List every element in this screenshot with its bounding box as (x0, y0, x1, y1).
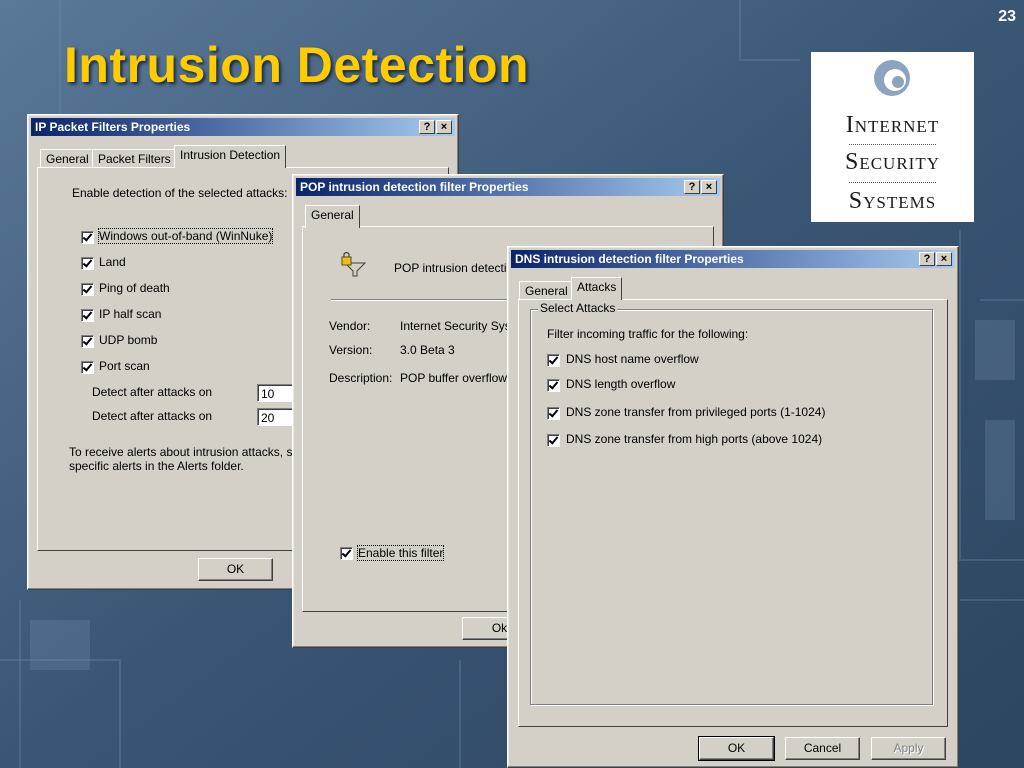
logo-divider (849, 182, 936, 183)
version-value: 3.0 Beta 3 (400, 343, 455, 357)
attack-label-ping-of-death: Ping of death (99, 281, 170, 295)
description-label: Description: (329, 371, 393, 385)
tab-attacks[interactable]: Attacks (571, 277, 623, 300)
iss-swirl-icon (874, 60, 910, 96)
alerts-text-line1: To receive alerts about intrusion attack… (69, 445, 303, 459)
iss-logo: Internet Security Systems (811, 52, 974, 222)
tab-intrusion-detection[interactable]: Intrusion Detection (174, 145, 287, 168)
dns-attack-label: DNS host name overflow (566, 352, 699, 366)
checkbox-winnuke[interactable] (81, 231, 94, 244)
tab-general[interactable]: General (40, 149, 95, 169)
alerts-text-line2: specific alerts in the Alerts folder. (69, 459, 244, 473)
dns-ok-button[interactable]: OK (698, 736, 775, 761)
select-attacks-group (530, 309, 933, 705)
dns-tab-panel: Select Attacks Filter incoming traffic f… (518, 299, 948, 727)
attack-label-land: Land (99, 255, 126, 269)
checkbox-land[interactable] (81, 257, 94, 270)
close-icon[interactable]: × (701, 180, 717, 194)
enable-filter-checkbox[interactable] (340, 547, 353, 560)
checkbox-dns-zone-transfer-high[interactable] (547, 434, 560, 447)
vendor-label: Vendor: (329, 319, 371, 333)
ip-ok-button[interactable]: OK (198, 558, 273, 581)
vendor-value: Internet Security Syst (400, 319, 515, 333)
description-value: POP buffer overflow a (400, 371, 517, 385)
attack-label-winnuke: Windows out-of-band (WinNuke) (97, 228, 274, 244)
pop-dialog-titlebar[interactable]: POP intrusion detection filter Propertie… (296, 178, 720, 196)
tab-general[interactable]: General (519, 281, 574, 301)
attack-label-ip-half-scan: IP half scan (99, 307, 162, 321)
help-icon[interactable]: ? (419, 120, 435, 134)
dns-cancel-button[interactable]: Cancel (785, 737, 860, 760)
help-icon[interactable]: ? (684, 180, 700, 194)
close-icon[interactable]: × (436, 120, 452, 134)
enable-filter-label: Enable this filter (356, 545, 445, 561)
checkbox-dns-host-name-overflow[interactable] (547, 354, 560, 367)
checkbox-dns-zone-transfer-privileged[interactable] (547, 407, 560, 420)
dns-dialog-title: DNS intrusion detection filter Propertie… (515, 252, 744, 266)
checkbox-ip-half-scan[interactable] (81, 309, 94, 322)
attack-label-port-scan: Port scan (99, 359, 150, 373)
pop-dialog-title: POP intrusion detection filter Propertie… (300, 180, 529, 194)
checkbox-ping-of-death[interactable] (81, 283, 94, 296)
tab-packet-filters[interactable]: Packet Filters (92, 149, 177, 169)
tab-general[interactable]: General (305, 205, 360, 228)
checkbox-udp-bomb[interactable] (81, 335, 94, 348)
dns-attack-label: DNS length overflow (566, 377, 676, 391)
ip-intro-text: Enable detection of the selected attacks… (72, 186, 288, 200)
dns-dialog-titlebar[interactable]: DNS intrusion detection filter Propertie… (511, 250, 955, 268)
pop-filter-name: POP intrusion detectio (394, 261, 514, 275)
logo-text-systems: Systems (848, 188, 937, 214)
dns-attack-label: DNS zone transfer from high ports (above… (566, 432, 823, 446)
dns-apply-button[interactable]: Apply (871, 737, 946, 760)
detect-label-2: Detect after attacks on (92, 409, 213, 423)
logo-text-internet: Internet (845, 112, 940, 138)
detect-label-1: Detect after attacks on (92, 385, 213, 399)
dns-filter-dialog: DNS intrusion detection filter Propertie… (507, 246, 959, 768)
select-attacks-legend: Select Attacks (538, 301, 618, 315)
dns-attack-label: DNS zone transfer from privileged ports … (566, 405, 826, 419)
checkbox-port-scan[interactable] (81, 361, 94, 374)
help-icon[interactable]: ? (919, 252, 935, 266)
dns-intro-text: Filter incoming traffic for the followin… (547, 327, 749, 341)
slide-number: 23 (998, 8, 1016, 25)
filter-lock-icon (341, 251, 367, 277)
ip-dialog-titlebar[interactable]: IP Packet Filters Properties ? × (31, 118, 455, 136)
version-label: Version: (329, 343, 373, 357)
checkbox-dns-length-overflow[interactable] (547, 379, 560, 392)
ip-dialog-title: IP Packet Filters Properties (35, 120, 191, 134)
logo-divider (849, 144, 936, 145)
close-icon[interactable]: × (936, 252, 952, 266)
attack-label-udp-bomb: UDP bomb (99, 333, 158, 347)
logo-text-security: Security (844, 149, 940, 175)
slide-title: Intrusion Detection (64, 37, 530, 93)
